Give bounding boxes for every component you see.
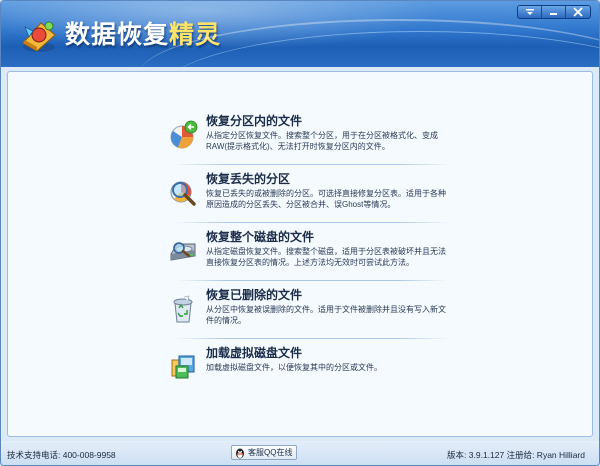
option-title[interactable]: 恢复整个磁盘的文件 (206, 228, 314, 245)
hard-disk-icon (170, 242, 196, 261)
recycle-bin-icon (173, 295, 193, 323)
option-description: 从分区中恢复被误删除的文件。适用于文件被删除并且没有写入新文 件的情况。 (206, 305, 446, 325)
virtual-disk-icon (171, 355, 195, 379)
option-title[interactable]: 恢复分区内的文件 (206, 112, 302, 129)
option-recover-deleted-files[interactable]: 恢复已删除的文件 从分区中恢复被误删除的文件。适用于文件被删除并且没有写入新文件… (168, 286, 452, 339)
magnifier-disk-icon (170, 181, 196, 206)
support-phone: 技术支持电话: 400-008-9958 (7, 450, 116, 460)
qq-support-button[interactable]: 客服QQ在线 (231, 445, 298, 460)
window-controls (517, 5, 591, 19)
divider (174, 338, 450, 339)
minimize-button[interactable] (542, 6, 566, 18)
close-button[interactable] (566, 6, 590, 18)
main-panel: 恢复分区内的文件 从指定分区恢复文件。搜索整个分区，用于在分区被格式化、变成 RA… (7, 71, 593, 437)
option-description: 加载虚拟磁盘文件，以便恢复其中的分区或文件。 (206, 363, 382, 372)
divider (174, 222, 450, 223)
status-bar: 技术支持电话: 400-008-9958 客服QQ在线 版本: 3.9.1.12… (1, 441, 599, 465)
option-title[interactable]: 加载虚拟磁盘文件 (206, 344, 302, 361)
menu-dropdown-button[interactable] (518, 6, 542, 18)
qq-button-label[interactable]: 客服QQ在线 (248, 448, 292, 457)
app-title: 数据恢复精灵 (65, 20, 222, 49)
divider (174, 280, 450, 281)
option-title[interactable]: 恢复丢失的分区 (206, 170, 290, 187)
minimize-icon (550, 13, 557, 15)
option-description: 恢复已丢失的或被删除的分区。可选择直接修复分区表。适用于各种 原因造成的分区丢失、… (206, 189, 446, 209)
option-description: 从指定分区恢复文件。搜索整个分区，用于在分区被格式化、变成 RAW(提示格式化)、… (206, 131, 438, 151)
qq-penguin-icon (236, 448, 244, 459)
menu-arrow-icon (526, 9, 534, 15)
option-load-virtual-disk[interactable]: 加载虚拟磁盘文件 加载虚拟磁盘文件，以便恢复其中的分区或文件。 (168, 344, 452, 394)
title-bar[interactable]: 数据恢复精灵 (1, 1, 599, 67)
close-icon (573, 7, 583, 17)
app-window: 数据恢复精灵 恢复分区内的文件 从指定分区恢复文件。搜索整个分区，用于在分区被格… (0, 0, 600, 466)
version-registration: 版本: 3.9.1.127 注册给: Ryan Hilliard (447, 450, 585, 460)
option-recover-lost-partitions[interactable]: 恢复丢失的分区 恢复已丢失的或被删除的分区。可选择直接修复分区表。适用于各种 原因… (168, 170, 452, 223)
option-recover-disk-files[interactable]: 恢复整个磁盘的文件 从指定磁盘恢复文件。搜索整个磁盘，适用于分区表被破坏并且无法… (168, 228, 452, 281)
option-description: 从指定磁盘恢复文件。搜索整个磁盘，适用于分区表被破坏并且无法 直接恢复分区表的情况… (206, 247, 446, 267)
pie-restore-icon (170, 120, 198, 149)
option-recover-partition-files[interactable]: 恢复分区内的文件 从指定分区恢复文件。搜索整个分区，用于在分区被格式化、变成 RA… (168, 112, 452, 165)
option-title[interactable]: 恢复已删除的文件 (206, 286, 302, 303)
logo-icon (22, 21, 56, 52)
divider (174, 164, 450, 165)
